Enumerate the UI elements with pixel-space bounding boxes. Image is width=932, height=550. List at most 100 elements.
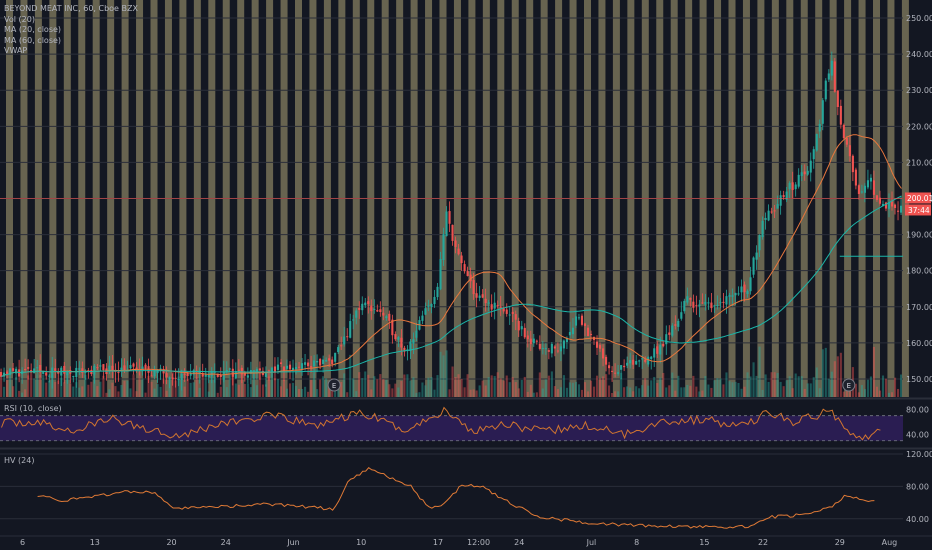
candle-body (15, 368, 18, 374)
candle-body (830, 60, 833, 76)
volume-bar (896, 388, 900, 397)
volume-bar (228, 373, 231, 397)
candle-body (538, 343, 541, 349)
volume-bar (102, 375, 105, 397)
volume-bar (114, 386, 117, 397)
volume-bar (0, 374, 3, 397)
volume-bar (650, 380, 653, 397)
candle-body (493, 302, 496, 309)
candle-body (734, 292, 737, 296)
candle-body (376, 310, 379, 312)
candle-body (24, 368, 27, 370)
candle-body (42, 371, 45, 374)
volume-bar (508, 382, 511, 397)
volume-bar (728, 381, 731, 397)
volume-bar (195, 376, 198, 397)
volume-bar (836, 356, 839, 397)
x-tick-label: 20 (166, 538, 176, 547)
volume-bar (635, 386, 638, 397)
volume-bar (153, 388, 156, 397)
candle-body (671, 325, 674, 336)
candle-body (111, 365, 114, 371)
candle-body (180, 373, 183, 381)
volume-bar (186, 379, 189, 397)
volume-bar (225, 387, 228, 397)
volume-bar (297, 389, 301, 397)
volume-bar (385, 379, 388, 397)
candle-body (75, 367, 78, 378)
candle-body (580, 315, 584, 325)
volume-bar (141, 378, 144, 397)
candle-body (526, 335, 529, 340)
volume-bar (556, 389, 559, 397)
volume-bar (644, 378, 647, 397)
volume-bar (719, 378, 722, 397)
volume-bar (529, 384, 532, 397)
candle-body (608, 365, 611, 369)
volume-bar (346, 392, 349, 397)
price-tick-label: 170.00 (906, 303, 932, 312)
x-tick-label: 24 (514, 538, 524, 547)
candle-body (890, 201, 894, 207)
price-chart[interactable]: EE150.00160.00170.00180.00190.00200.0021… (0, 0, 932, 550)
candle-body (662, 343, 665, 347)
candle-body (779, 195, 782, 206)
candle-body (827, 73, 830, 80)
volume-bar (138, 372, 141, 397)
volume-bar (316, 389, 319, 397)
volume-bar (307, 391, 310, 397)
volume-bar (893, 377, 897, 397)
candle-body (96, 367, 99, 369)
candle-body (695, 305, 698, 307)
candle-body (258, 368, 261, 371)
candle-body (875, 195, 879, 200)
candle-body (872, 180, 876, 195)
candle-body (505, 309, 508, 314)
earnings-marker: E (327, 378, 341, 392)
candle-body (343, 336, 346, 345)
volume-bar (424, 385, 427, 397)
volume-bar (701, 390, 704, 397)
candle-body (367, 301, 370, 304)
volume-bar (475, 390, 478, 397)
volume-bar (108, 389, 111, 397)
volume-bar (571, 382, 575, 397)
volume-bar (349, 354, 352, 397)
volume-bar (568, 382, 571, 397)
volume-bar (821, 349, 824, 397)
volume-bar (869, 376, 872, 397)
candle-body (809, 160, 812, 173)
candle-body (665, 334, 668, 345)
candle-body (656, 346, 659, 354)
volume-bar (261, 384, 264, 397)
volume-bar (662, 372, 665, 397)
volume-bar (436, 375, 439, 397)
candle-body (424, 308, 427, 315)
x-tick-label: 12:00 (467, 538, 490, 547)
candle-body (481, 294, 484, 298)
candle-body (523, 327, 526, 338)
candle-body (692, 301, 695, 308)
candle-body (517, 320, 520, 331)
candle-body (598, 345, 602, 349)
volume-bar (87, 384, 90, 397)
volume-bar (481, 380, 484, 397)
candle-body (749, 277, 752, 292)
volume-bar (285, 388, 289, 397)
candle-body (553, 346, 556, 349)
volume-bar (33, 378, 36, 397)
volume-bar (743, 386, 746, 397)
x-tick-label: 29 (835, 538, 845, 547)
volume-bar (860, 385, 863, 397)
volume-bar (319, 379, 322, 397)
candle-body (132, 363, 135, 367)
volume-bar (689, 385, 692, 397)
volume-bar (355, 391, 358, 397)
candle-body (782, 195, 785, 198)
volume-bar (460, 378, 463, 397)
candle-body (222, 371, 225, 380)
volume-bar (96, 386, 99, 397)
volume-bar (144, 392, 147, 397)
candle-body (743, 284, 746, 293)
volume-bar (656, 383, 659, 397)
